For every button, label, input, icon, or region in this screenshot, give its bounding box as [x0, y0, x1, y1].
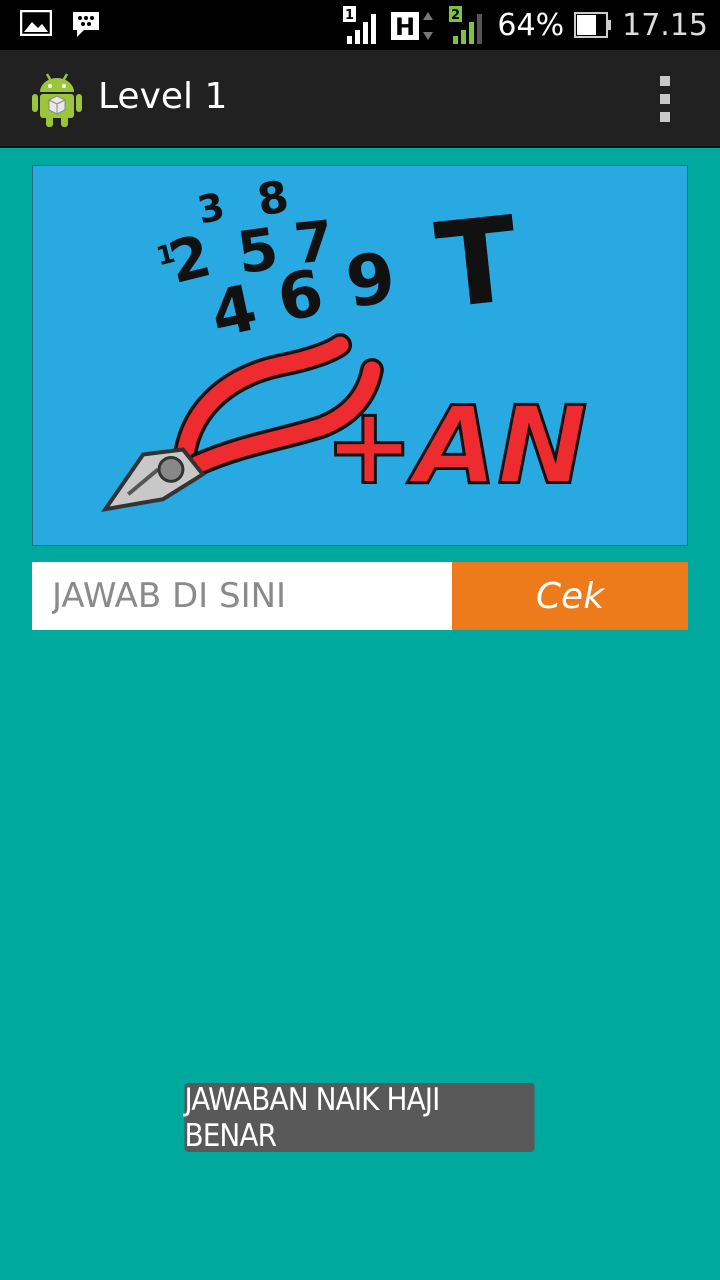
action-bar: Level 1	[0, 50, 720, 148]
toast-message: JAWABAN NAIK HAJI BENAR	[184, 1081, 535, 1154]
puzzle-image: 3 8 1 2 5 7 4 6 9 T +AN	[32, 165, 688, 546]
overflow-menu-icon[interactable]	[658, 76, 672, 122]
bbm-icon	[73, 12, 99, 37]
check-button[interactable]: Cek	[452, 562, 688, 630]
status-bar: 1 H 2 64% 17.15	[0, 0, 720, 50]
puzzle-illustration: 3 8 1 2 5 7 4 6 9 T +AN	[101, 171, 589, 512]
android-app-icon[interactable]	[30, 70, 84, 128]
plus-an-text: +AN	[324, 383, 587, 508]
battery-percent: 64%	[497, 7, 565, 43]
gallery-icon	[20, 10, 52, 36]
battery-icon	[574, 12, 612, 38]
sim2-label: 2	[451, 8, 460, 23]
big-letter: T	[430, 190, 524, 335]
sim2-signal-icon: 2	[449, 6, 483, 44]
toast-text: JAWABAN NAIK HAJI BENAR	[184, 1081, 440, 1154]
sim1-signal-icon: 1	[343, 6, 377, 44]
digit-cluster: 3 8 1 2 5 7 4 6 9 T	[153, 171, 524, 353]
hspa-icon: H	[391, 12, 434, 41]
answer-input[interactable]	[32, 562, 452, 630]
network-label: H	[395, 13, 415, 41]
digit: 9	[341, 237, 400, 324]
clock: 17.15	[622, 7, 708, 43]
sim1-label: 1	[345, 8, 354, 23]
page-title: Level 1	[98, 76, 228, 117]
